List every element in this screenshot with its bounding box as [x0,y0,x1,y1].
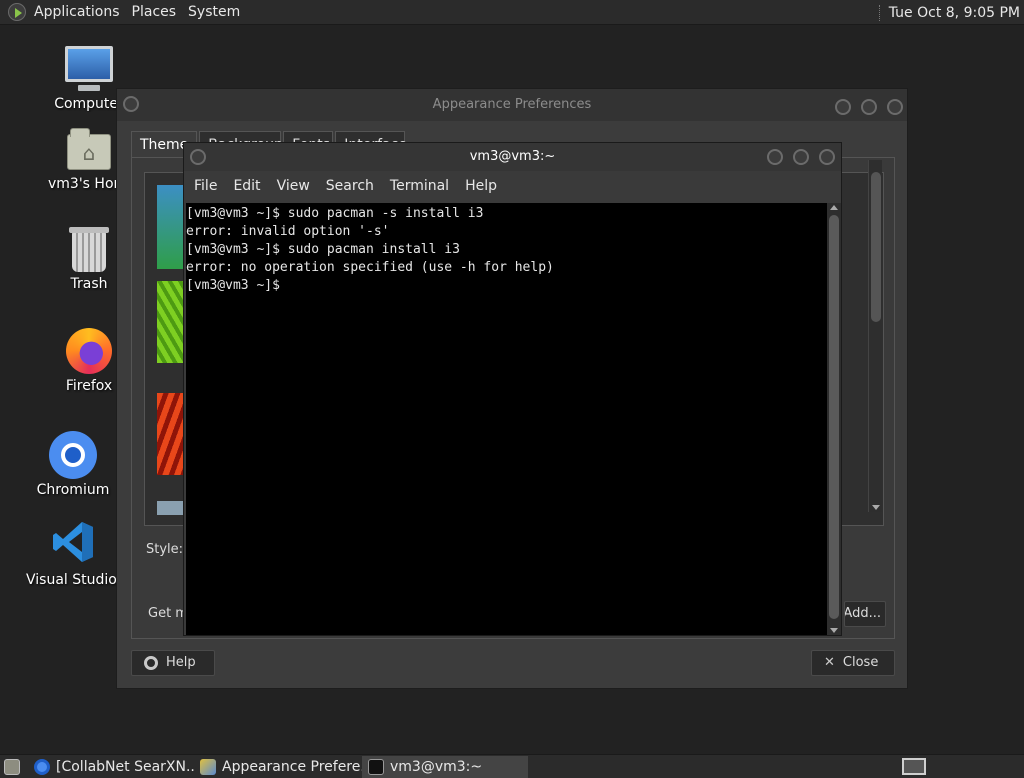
show-desktop-icon [4,758,20,775]
trash-icon [69,227,109,272]
menu-edit[interactable]: Edit [227,178,270,194]
appearance-app-icon [200,758,216,775]
menu-search[interactable]: Search [320,178,384,194]
desktop-icon-label: Visual Studio Code [26,572,122,588]
window-title: Appearance Preferences [432,97,592,112]
menu-applications[interactable]: Applications [28,4,126,20]
firefox-icon [66,328,112,374]
taskbar-item-terminal[interactable]: vm3@vm3:~ [362,755,528,778]
terminal-icon [368,758,384,775]
desktop-icon-label: Chromium [36,482,110,498]
theme-thumbnail[interactable] [157,501,185,515]
scroll-up-icon[interactable] [830,205,838,210]
menu-file[interactable]: File [188,178,227,194]
help-button[interactable]: Help [131,650,215,676]
terminal-prompt-line: [vm3@vm3 ~]$ [186,278,288,293]
taskbar-item-label: Appearance Prefere... [222,758,362,775]
terminal-titlebar[interactable]: vm3@vm3:~ [184,143,841,171]
menu-places[interactable]: Places [126,4,183,20]
menu-system[interactable]: System [182,4,246,20]
taskbar-item-label: [CollabNet SearXN... [56,758,194,775]
close-icon[interactable] [819,149,835,165]
get-more-themes-link[interactable]: Get more themes online [148,606,184,621]
terminal-line: [vm3@vm3 ~]$ sudo pacman -s install i3 [186,206,484,221]
computer-icon [65,46,113,91]
menu-view[interactable]: View [271,178,320,194]
clock[interactable]: Tue Oct 8, 9:05 PM [889,5,1024,21]
maximize-icon[interactable] [860,99,877,115]
appearance-titlebar[interactable]: Appearance Preferences [117,89,907,121]
workspace-switcher-icon[interactable] [902,758,926,775]
vscode-icon [51,520,95,564]
theme-thumbnail[interactable] [157,185,185,269]
minimize-icon[interactable] [834,99,851,115]
panel-separator [878,4,881,21]
window-menu-icon[interactable] [190,149,206,165]
close-x-icon: ✕ [824,655,835,670]
top-panel: Applications Places System Tue Oct 8, 9:… [0,0,1024,25]
close-button-label: Close [842,655,879,670]
terminal-window: vm3@vm3:~ File Edit View Search Terminal… [183,142,842,636]
terminal-scrollbar[interactable] [827,203,841,635]
add-button-label: Add... [844,606,881,621]
menu-help[interactable]: Help [459,178,507,194]
terminal-line: [vm3@vm3 ~]$ sudo pacman install i3 [186,242,460,257]
scroll-down-icon[interactable] [872,505,880,510]
maximize-icon[interactable] [792,149,809,165]
terminal-output[interactable]: [vm3@vm3 ~]$ sudo pacman -s install i3 er… [186,203,827,635]
help-icon [144,656,158,670]
terminal-line: error: invalid option '-s' [186,224,390,239]
terminal-menubar: File Edit View Search Terminal Help [184,171,841,201]
taskbar-item-label: vm3@vm3:~ [390,758,483,775]
theme-thumbnail[interactable] [157,393,185,475]
theme-thumbnail[interactable] [157,281,185,363]
taskbar-item-browser[interactable]: [CollabNet SearXN... [28,756,194,778]
window-menu-icon[interactable] [123,96,139,112]
minimize-icon[interactable] [766,149,783,165]
add-button[interactable]: Add... [844,601,886,627]
close-button[interactable]: ✕ Close [811,650,895,676]
chromium-icon [34,758,50,775]
window-title: vm3@vm3:~ [469,149,556,164]
bottom-taskbar: [CollabNet SearXN... Appearance Prefere.… [0,754,1024,778]
terminal-line: error: no operation specified (use -h fo… [186,260,554,275]
desktop-icon-chromium[interactable]: Chromium [18,431,128,498]
scroll-down-icon[interactable] [830,628,838,633]
distro-logo-icon[interactable] [8,3,26,21]
scrollbar-handle[interactable] [829,215,839,619]
close-icon[interactable] [887,99,903,115]
style-label: Style: [146,542,184,557]
show-desktop-button[interactable] [0,756,28,778]
taskbar-item-appearance[interactable]: Appearance Prefere... [194,756,362,778]
chromium-icon [49,431,97,479]
help-button-label: Help [166,655,196,670]
desktop-icon-vscode[interactable]: Visual Studio Code [18,520,128,588]
scrollbar-handle[interactable] [871,172,881,322]
theme-list-scrollbar[interactable] [868,160,882,512]
menu-terminal[interactable]: Terminal [384,178,459,194]
home-folder-icon [67,128,111,170]
